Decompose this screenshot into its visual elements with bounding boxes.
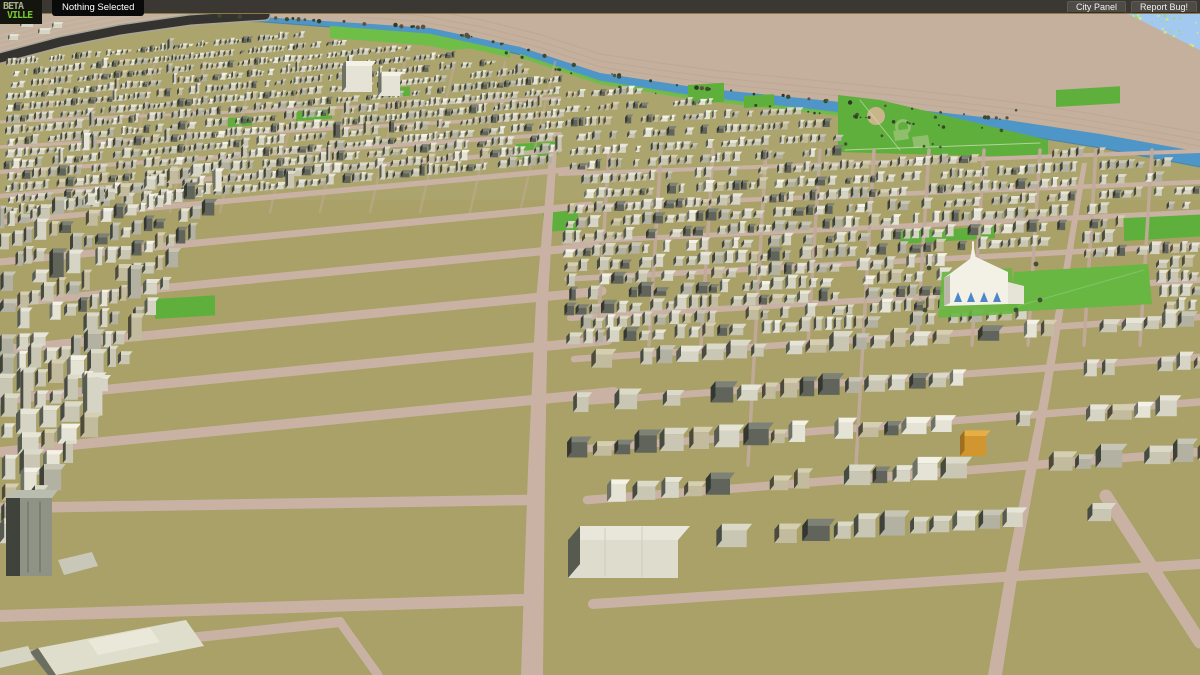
top-toolbar bbox=[0, 0, 1200, 14]
toolbar-buttons: City Panel Report Bug! bbox=[1067, 1, 1197, 13]
city-panel-button[interactable]: City Panel bbox=[1067, 1, 1126, 13]
city-3d-viewport[interactable] bbox=[0, 14, 1200, 675]
betaville-logo: BETA VILLE bbox=[0, 0, 42, 24]
selection-status-label: Nothing Selected bbox=[52, 0, 144, 16]
betaville-app-window: BETA VILLE Nothing Selected City Panel R… bbox=[0, 0, 1200, 675]
city-3d-scene[interactable] bbox=[0, 14, 1200, 675]
report-bug-button[interactable]: Report Bug! bbox=[1131, 1, 1197, 13]
logo-text-ville: VILLE bbox=[0, 11, 42, 21]
